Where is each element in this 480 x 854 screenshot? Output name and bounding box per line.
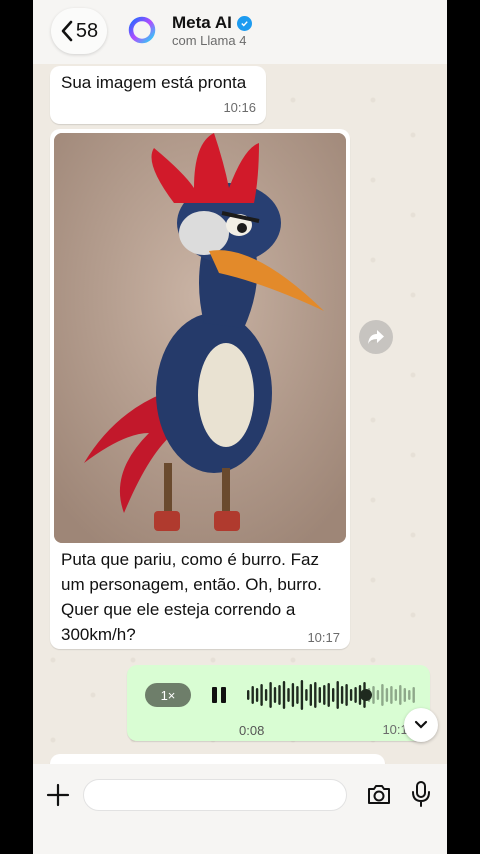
waveform-bar	[372, 686, 375, 704]
message-time: 10:17	[307, 630, 340, 645]
waveform-bar	[385, 688, 389, 702]
camera-icon[interactable]	[366, 782, 392, 806]
waveform-bar	[291, 683, 295, 707]
plus-icon[interactable]	[45, 782, 71, 808]
waveform-bar	[323, 685, 326, 705]
waveform-bar	[305, 689, 308, 701]
waveform-bar	[399, 685, 402, 705]
waveform-bar	[296, 686, 299, 704]
forward-button[interactable]	[359, 320, 393, 354]
waveform-bar	[255, 688, 259, 702]
waveform-bar	[318, 687, 321, 703]
waveform-bar	[408, 690, 411, 700]
waveform-bar	[394, 689, 397, 701]
waveform-bar	[269, 682, 272, 708]
waveform-bar	[381, 684, 384, 706]
pause-icon	[212, 687, 217, 703]
waveform-bar	[287, 688, 290, 702]
verified-badge-icon	[236, 15, 252, 31]
waveform-bar	[282, 681, 286, 709]
voice-message-bubble[interactable]: 1× 0:08 10:17	[127, 665, 430, 741]
waveform-bar	[412, 687, 415, 703]
waveform-bar	[300, 680, 304, 710]
pause-icon-bar	[221, 687, 226, 703]
waveform-bar	[264, 689, 268, 701]
waveform-bar	[314, 682, 317, 708]
contact-subtitle: com Llama 4	[172, 33, 247, 48]
message-input-bar	[33, 764, 447, 854]
message-bubble[interactable]: Sua imagem está pronta 10:16	[50, 66, 266, 124]
waveform-bar	[260, 684, 263, 706]
message-text: Puta que pariu, como é burro. Faz um per…	[61, 550, 322, 644]
waveform-bar	[336, 681, 339, 709]
waveform-bar	[354, 687, 357, 703]
waveform-bar	[327, 683, 330, 707]
chevron-down-icon	[414, 720, 428, 729]
waveform-bar	[332, 688, 335, 702]
meta-ai-logo-icon[interactable]	[127, 15, 157, 45]
chat-header: 58 Meta AI com Llama 4	[33, 0, 447, 64]
waveform-bar	[278, 685, 281, 705]
waveform-bar	[345, 684, 348, 706]
message-input[interactable]	[83, 779, 347, 811]
image-message-bubble[interactable]: Puta que pariu, como é burro. Faz um per…	[50, 129, 350, 649]
message-text: Sua imagem está pronta	[61, 73, 247, 92]
playback-position-handle	[360, 689, 372, 701]
contact-name[interactable]: Meta AI	[172, 13, 252, 33]
scroll-down-button[interactable]	[404, 708, 438, 742]
waveform-bar	[247, 690, 250, 700]
chat-screen: 58 Meta AI com Llama 4 Sua imagem está p…	[33, 0, 447, 854]
cartoon-woodpecker-illustration	[54, 133, 346, 543]
pause-button[interactable]	[211, 687, 227, 703]
message-time: 10:16	[223, 100, 256, 115]
chevron-left-icon	[61, 20, 73, 42]
contact-name-label: Meta AI	[172, 13, 232, 32]
waveform-bar	[390, 686, 393, 704]
voice-duration: 0:08	[239, 723, 265, 738]
audio-waveform[interactable]	[247, 678, 417, 712]
microphone-icon[interactable]	[411, 780, 431, 808]
waveform-bar	[251, 686, 254, 704]
waveform-bar	[340, 686, 344, 704]
waveform-bar	[309, 684, 312, 706]
generated-image[interactable]	[54, 133, 346, 543]
waveform-bar	[403, 688, 406, 702]
waveform-bar	[349, 689, 353, 701]
back-button[interactable]: 58	[51, 8, 107, 54]
unread-count: 58	[75, 19, 99, 42]
waveform-bar	[376, 690, 380, 700]
playback-speed-button[interactable]: 1×	[145, 683, 191, 707]
waveform-bar	[273, 687, 277, 703]
forward-arrow-icon	[368, 330, 384, 344]
